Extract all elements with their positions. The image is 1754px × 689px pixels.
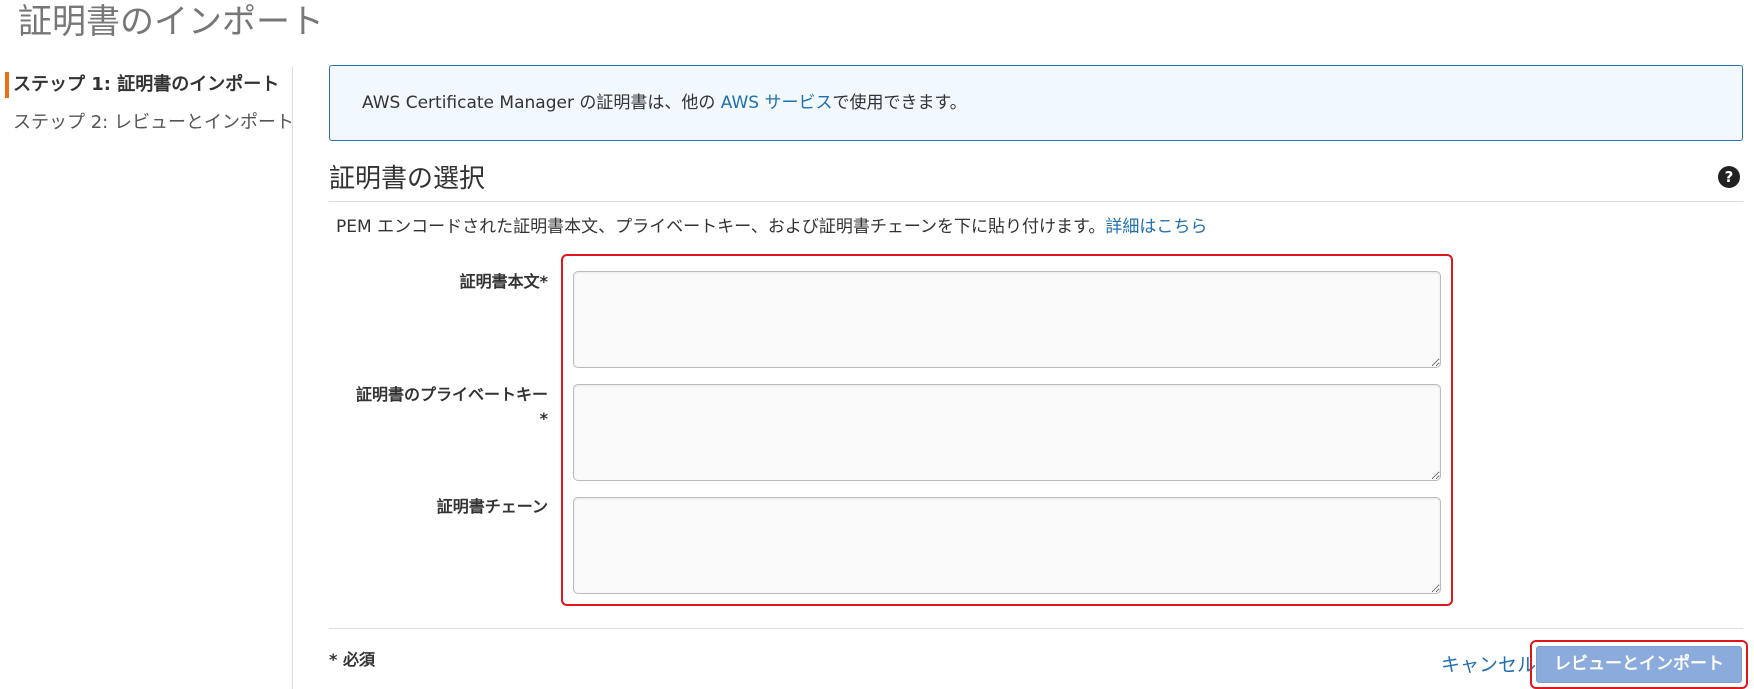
step-2-review[interactable]: ステップ 2: レビューとインポート xyxy=(0,104,294,142)
private-key-input[interactable] xyxy=(573,384,1441,481)
wizard-steps: ステップ 1: 証明書のインポート ステップ 2: レビューとインポート xyxy=(0,66,294,142)
details-link[interactable]: 詳細はこちら xyxy=(1105,217,1207,237)
review-and-import-button[interactable]: レビューとインポート xyxy=(1536,646,1742,683)
certificate-body-input[interactable] xyxy=(573,271,1441,368)
info-text-after: で使用できます。 xyxy=(832,93,967,113)
section-title: 証明書の選択 xyxy=(329,164,486,194)
aws-services-link[interactable]: AWS サービス xyxy=(721,93,833,113)
cancel-button[interactable]: キャンセル xyxy=(1441,650,1536,677)
steps-divider xyxy=(292,66,293,689)
certificate-body-label: 証明書本文* xyxy=(459,272,548,291)
footer-divider xyxy=(329,628,1743,629)
info-alert: AWS Certificate Manager の証明書は、他の AWS サービ… xyxy=(329,65,1743,141)
step-1-import[interactable]: ステップ 1: 証明書のインポート xyxy=(0,66,292,104)
required-note: * 必須 xyxy=(329,650,375,669)
section-divider xyxy=(329,201,1743,202)
question-circle-icon[interactable]: ? xyxy=(1718,166,1740,188)
info-text-before: AWS Certificate Manager の証明書は、他の xyxy=(362,93,721,113)
section-description: PEM エンコードされた証明書本文、プライベートキー、および証明書チェーンを下に… xyxy=(336,214,1207,240)
private-key-label: 証明書のプライベートキー* xyxy=(355,385,548,428)
certificate-chain-input[interactable] xyxy=(573,497,1441,594)
description-text: PEM エンコードされた証明書本文、プライベートキー、および証明書チェーンを下に… xyxy=(336,217,1106,237)
page-title: 証明書のインポート xyxy=(18,2,324,42)
certificate-chain-label: 証明書チェーン xyxy=(436,497,548,516)
